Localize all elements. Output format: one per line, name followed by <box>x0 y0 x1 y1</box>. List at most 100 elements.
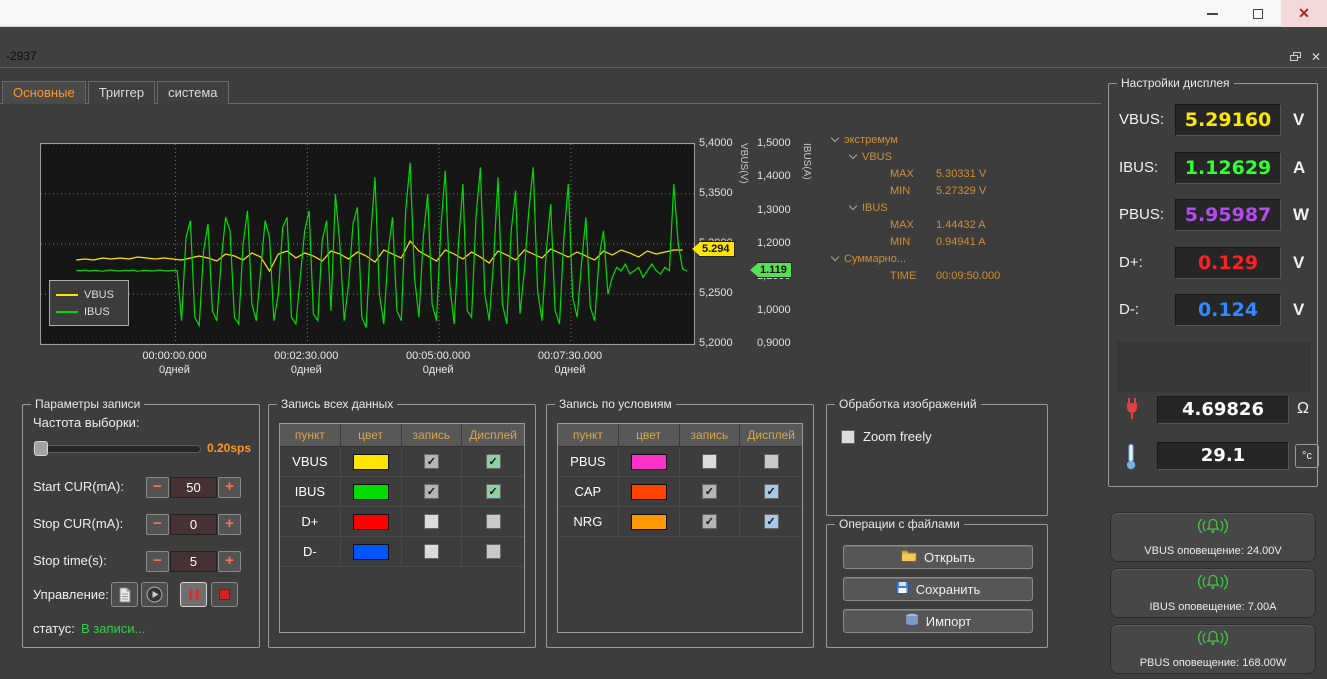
tree-value: 1.44432 A <box>936 219 986 231</box>
display-checkbox[interactable] <box>764 454 779 469</box>
column-header-пункт: пункт <box>280 424 341 446</box>
pause-icon <box>188 588 200 601</box>
tree-value: 00:09:50.000 <box>936 270 1000 282</box>
increment-button[interactable]: + <box>218 477 241 498</box>
chart-legend: VBUSIBUS <box>49 280 129 326</box>
alert-button-1[interactable]: IBUS оповещение: 7.00A <box>1110 568 1316 618</box>
group-title: Параметры записи <box>31 397 144 411</box>
color-swatch[interactable] <box>353 454 389 470</box>
display-cell: ✓ <box>462 447 524 476</box>
alert-label: VBUS оповещение: 24.00V <box>1111 545 1315 557</box>
pause-button[interactable] <box>180 582 207 607</box>
thermometer-icon <box>1125 443 1137 475</box>
display-checkbox[interactable]: ✓ <box>764 514 779 529</box>
record-checkbox[interactable]: ✓ <box>424 454 439 469</box>
legend-label: VBUS <box>84 289 114 301</box>
record-checkbox[interactable]: ✓ <box>424 484 439 499</box>
chevron-down-icon <box>849 151 857 159</box>
zoom-freely-checkbox[interactable] <box>841 430 855 444</box>
reading-unit: A <box>1293 158 1305 178</box>
decrement-button[interactable]: − <box>146 477 169 498</box>
tree-node-экстремум[interactable]: экстремум <box>832 131 1094 148</box>
group-title: Операции с файлами <box>835 517 964 531</box>
color-swatch[interactable] <box>353 544 389 560</box>
color-swatch[interactable] <box>631 484 667 500</box>
display-checkbox[interactable]: ✓ <box>764 484 779 499</box>
save-icon <box>896 581 909 597</box>
alert-button-0[interactable]: VBUS оповещение: 24.00V <box>1110 512 1316 562</box>
display-checkbox[interactable] <box>486 514 501 529</box>
decrement-button[interactable]: − <box>146 551 169 572</box>
tab-Основные[interactable]: Основные <box>2 81 86 104</box>
display-settings-group: Настройки дисплея VBUS:5.29160VIBUS:1.12… <box>1108 83 1318 487</box>
window-titlebar: ✕ <box>0 0 1327 27</box>
record-checkbox[interactable]: ✓ <box>702 484 717 499</box>
legend-item-VBUS: VBUS <box>56 286 122 303</box>
temperature-unit[interactable]: °c <box>1295 444 1319 468</box>
file-button-label: Сохранить <box>916 582 981 597</box>
mdi-titlebar: -2937 ✕ <box>0 27 1327 68</box>
tree-node-Суммарно...[interactable]: Суммарно... <box>832 250 1094 267</box>
tree-node-VBUS[interactable]: VBUS <box>832 148 1094 165</box>
chart-plot[interactable] <box>40 143 695 345</box>
tree-value: 5.27329 V <box>936 185 986 197</box>
file-button-Открыть[interactable]: Открыть <box>843 545 1033 569</box>
file-button-Сохранить[interactable]: Сохранить <box>843 577 1033 601</box>
maximize-button[interactable] <box>1235 0 1281 27</box>
table-row-PBUS: PBUS <box>558 447 802 477</box>
play-icon <box>146 586 163 603</box>
file-button-Импорт[interactable]: Импорт <box>843 609 1033 633</box>
spinner-row-2: Stop time(s):−5+ <box>23 551 261 573</box>
record-checkbox[interactable]: ✓ <box>702 514 717 529</box>
display-cell <box>462 537 524 566</box>
sample-rate-slider[interactable] <box>33 445 201 453</box>
series-VBUS <box>76 241 682 271</box>
column-header-цвет: цвет <box>619 424 680 446</box>
tab-Триггер[interactable]: Триггер <box>88 81 155 104</box>
sample-rate-value: 0.20sps <box>207 441 251 455</box>
play-button[interactable] <box>141 582 168 607</box>
xtick-days: 0дней <box>119 363 229 377</box>
tree-label: экстремум <box>844 134 898 146</box>
color-swatch[interactable] <box>631 454 667 470</box>
minimize-button[interactable] <box>1189 0 1235 27</box>
xtick-days: 0дней <box>383 363 493 377</box>
ytick-VBUS(V)-5,2500: 5,2500 <box>699 287 733 299</box>
group-title: Запись по условиям <box>555 397 676 411</box>
tab-система[interactable]: система <box>157 81 228 104</box>
record-all-group: Запись всех данных пунктцветзаписьДиспле… <box>268 404 536 648</box>
control-label: Управление: <box>33 587 109 602</box>
tree-value: 0.94941 A <box>936 236 986 248</box>
decrement-button[interactable]: − <box>146 514 169 535</box>
sample-rate-slider-handle[interactable] <box>34 441 48 456</box>
new-record-button[interactable] <box>111 582 138 607</box>
record-cell: ✓ <box>680 507 741 536</box>
spinner-value[interactable]: 50 <box>170 477 217 498</box>
color-swatch[interactable] <box>353 484 389 500</box>
item-name: VBUS <box>292 454 327 469</box>
display-checkbox[interactable]: ✓ <box>486 454 501 469</box>
marker-value: 1.119 <box>760 264 787 276</box>
color-swatch[interactable] <box>353 514 389 530</box>
reading-row-D: D+:0.129V <box>1117 247 1313 279</box>
record-checkbox[interactable] <box>424 514 439 529</box>
mdi-close-icon[interactable]: ✕ <box>1311 50 1321 64</box>
tree-value-row: MIN5.27329 V <box>832 182 1094 199</box>
stop-record-button[interactable] <box>211 582 238 607</box>
reading-row-VBUS: VBUS:5.29160V <box>1117 104 1313 136</box>
increment-button[interactable]: + <box>218 551 241 572</box>
spinner-value[interactable]: 0 <box>170 514 217 535</box>
record-checkbox[interactable] <box>424 544 439 559</box>
display-cell <box>462 507 524 536</box>
record-checkbox[interactable] <box>702 454 717 469</box>
close-button[interactable]: ✕ <box>1281 0 1327 27</box>
table-row-CAP: CAP✓✓ <box>558 477 802 507</box>
display-checkbox[interactable] <box>486 544 501 559</box>
alert-button-2[interactable]: PBUS оповещение: 168.00W <box>1110 624 1316 674</box>
spinner-value[interactable]: 5 <box>170 551 217 572</box>
restore-window-icon[interactable] <box>1290 52 1301 61</box>
tree-node-IBUS[interactable]: IBUS <box>832 199 1094 216</box>
color-swatch[interactable] <box>631 514 667 530</box>
display-checkbox[interactable]: ✓ <box>486 484 501 499</box>
increment-button[interactable]: + <box>218 514 241 535</box>
